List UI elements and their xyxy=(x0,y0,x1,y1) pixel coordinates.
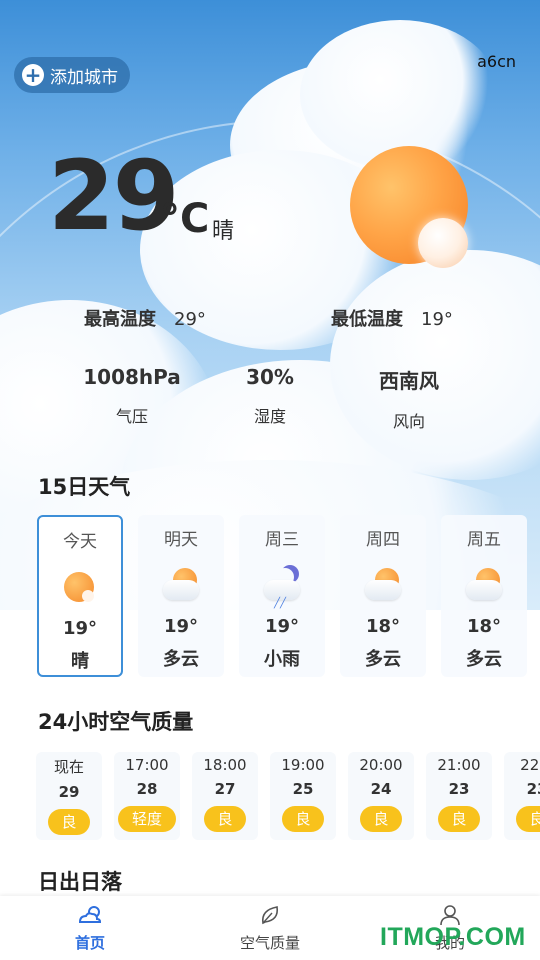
day-temp: 19° xyxy=(62,618,98,639)
aq-time: 21:00 xyxy=(437,756,481,774)
day-temp: 18° xyxy=(466,616,502,637)
day-name: 明天 xyxy=(164,530,198,550)
partly-cloudy-icon xyxy=(161,568,201,604)
watermark: ITMOP.COM xyxy=(380,923,526,951)
aq-time: 18:00 xyxy=(203,756,247,774)
pressure-value: 1008hPa xyxy=(83,365,181,389)
aq-hour-card[interactable]: 20:00 24 良 xyxy=(348,752,414,840)
day-condition: 小雨 xyxy=(264,649,300,670)
day-condition: 多云 xyxy=(365,649,401,670)
aq-level-badge: 良 xyxy=(48,809,90,835)
plus-icon: + xyxy=(22,64,44,86)
day-condition: 多云 xyxy=(163,649,199,670)
temperature-unit: °C xyxy=(160,196,210,242)
day-name: 周四 xyxy=(366,530,400,550)
aq-time: 22:0 xyxy=(520,756,540,774)
day-condition: 晴 xyxy=(71,651,89,672)
pressure-metric: 1008hPa 气压 xyxy=(62,365,202,427)
high-label: 最高温度 xyxy=(84,309,156,330)
tab-home-label: 首页 xyxy=(74,934,105,952)
day-condition: 多云 xyxy=(466,649,502,670)
sunrise-title: 日出日落 xyxy=(38,870,122,894)
aq-value: 27 xyxy=(214,780,236,798)
aq-value: 23 xyxy=(448,780,470,798)
humidity-value: 30% xyxy=(246,365,294,389)
aq-value: 29 xyxy=(58,783,80,801)
current-condition: 晴 xyxy=(212,219,235,244)
day-name: 周三 xyxy=(265,530,299,550)
aq-time: 20:00 xyxy=(359,756,403,774)
add-city-label: 添加城市 xyxy=(50,67,118,88)
app-code: a6cn xyxy=(477,52,516,71)
wind-value: 西南风 xyxy=(379,369,439,393)
high-value: 29° xyxy=(174,309,206,330)
forecast-day-card[interactable]: 明天 19° 多云 xyxy=(138,515,224,677)
low-temperature: 最低温度 19° xyxy=(331,305,453,331)
forecast-day-card[interactable]: 周四 18° 多云 xyxy=(340,515,426,677)
aq-hour-card[interactable]: 21:00 23 良 xyxy=(426,752,492,840)
aq-value: 28 xyxy=(136,780,158,798)
wind-metric: 西南风 风向 xyxy=(339,365,479,432)
aq-level-badge: 轻度 xyxy=(118,806,176,832)
tab-air-quality-label: 空气质量 xyxy=(239,934,300,952)
aq-level-badge: 良 xyxy=(360,806,402,832)
aq-level-badge: 良 xyxy=(204,806,246,832)
add-city-button[interactable]: + 添加城市 xyxy=(14,57,130,93)
aq-value: 24 xyxy=(370,780,392,798)
leaf-icon xyxy=(257,904,283,926)
day-temp: 19° xyxy=(264,616,300,637)
aq-hour-card[interactable]: 22:0 23 良 xyxy=(504,752,540,840)
aq-time: 19:00 xyxy=(281,756,325,774)
sunny-icon xyxy=(60,570,100,606)
weather-home-icon xyxy=(77,904,103,926)
aq-time: 17:00 xyxy=(125,756,169,774)
day-name: 今天 xyxy=(63,532,97,552)
night-rain-icon: ╱╱ xyxy=(262,568,302,609)
pressure-label: 气压 xyxy=(115,407,148,426)
aq-hour-card[interactable]: 17:00 28 轻度 xyxy=(114,752,180,840)
forecast-title: 15日天气 xyxy=(38,475,131,499)
aq-value: 23 xyxy=(526,780,540,798)
day-name: 周五 xyxy=(467,530,501,550)
humidity-label: 湿度 xyxy=(253,407,286,426)
low-value: 19° xyxy=(421,309,453,330)
tab-air-quality[interactable]: 空气质量 xyxy=(210,904,330,953)
aq-level-badge: 良 xyxy=(438,806,480,832)
forecast-day-card[interactable]: 周三 ╱╱ 19° 小雨 xyxy=(239,515,325,677)
partly-cloudy-icon xyxy=(464,568,504,604)
aq-value: 25 xyxy=(292,780,314,798)
partly-cloudy-icon xyxy=(363,568,403,604)
day-temp: 18° xyxy=(365,616,401,637)
air-quality-title: 24小时空气质量 xyxy=(38,710,194,734)
aq-time: 现在 xyxy=(53,758,84,776)
tab-home[interactable]: 首页 xyxy=(30,904,150,953)
aq-level-badge: 良 xyxy=(516,806,540,832)
aq-hour-card[interactable]: 现在 29 良 xyxy=(36,752,102,840)
high-temperature: 最高温度 29° xyxy=(84,305,206,331)
aq-level-badge: 良 xyxy=(282,806,324,832)
day-temp: 19° xyxy=(163,616,199,637)
aq-hour-card[interactable]: 19:00 25 良 xyxy=(270,752,336,840)
forecast-day-card[interactable]: 周五 18° 多云 xyxy=(441,515,527,677)
wind-label: 风向 xyxy=(392,412,425,431)
low-label: 最低温度 xyxy=(331,309,403,330)
forecast-day-card[interactable]: 今天 19° 晴 xyxy=(37,515,123,677)
aq-hour-card[interactable]: 18:00 27 良 xyxy=(192,752,258,840)
current-temperature: 29 xyxy=(48,140,180,252)
sun-glow-icon xyxy=(418,218,468,268)
humidity-metric: 30% 湿度 xyxy=(200,365,340,427)
